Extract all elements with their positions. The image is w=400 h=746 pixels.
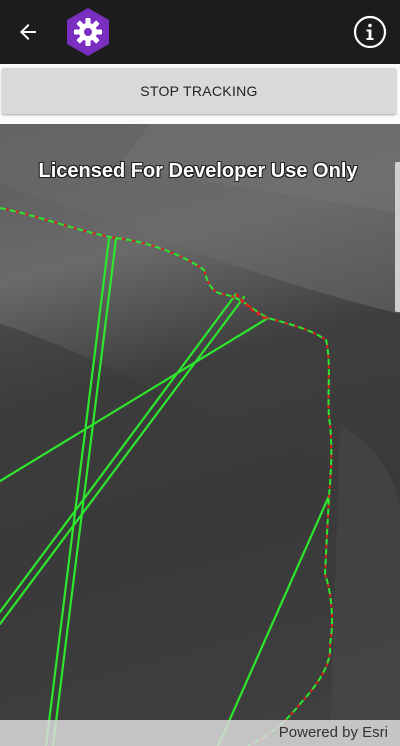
stop-tracking-button[interactable]: STOP TRACKING xyxy=(2,68,396,114)
attribution-text: Powered by Esri xyxy=(278,724,388,741)
app-bar xyxy=(0,0,400,64)
toolbar-area: STOP TRACKING xyxy=(0,64,400,124)
gear-hexagon-logo-icon xyxy=(67,8,109,56)
app-logo xyxy=(62,6,114,58)
info-circle-icon xyxy=(353,15,387,49)
license-watermark: Licensed For Developer Use Only xyxy=(38,160,358,182)
info-button[interactable] xyxy=(352,14,388,50)
map-view[interactable]: Licensed For Developer Use Only Powered … xyxy=(0,124,400,746)
basemap-imagery xyxy=(0,124,400,746)
arrow-back-icon xyxy=(20,24,36,40)
map-side-handle[interactable] xyxy=(395,162,400,312)
attribution-bar[interactable]: Powered by Esri xyxy=(0,720,400,746)
back-button[interactable] xyxy=(10,14,46,50)
